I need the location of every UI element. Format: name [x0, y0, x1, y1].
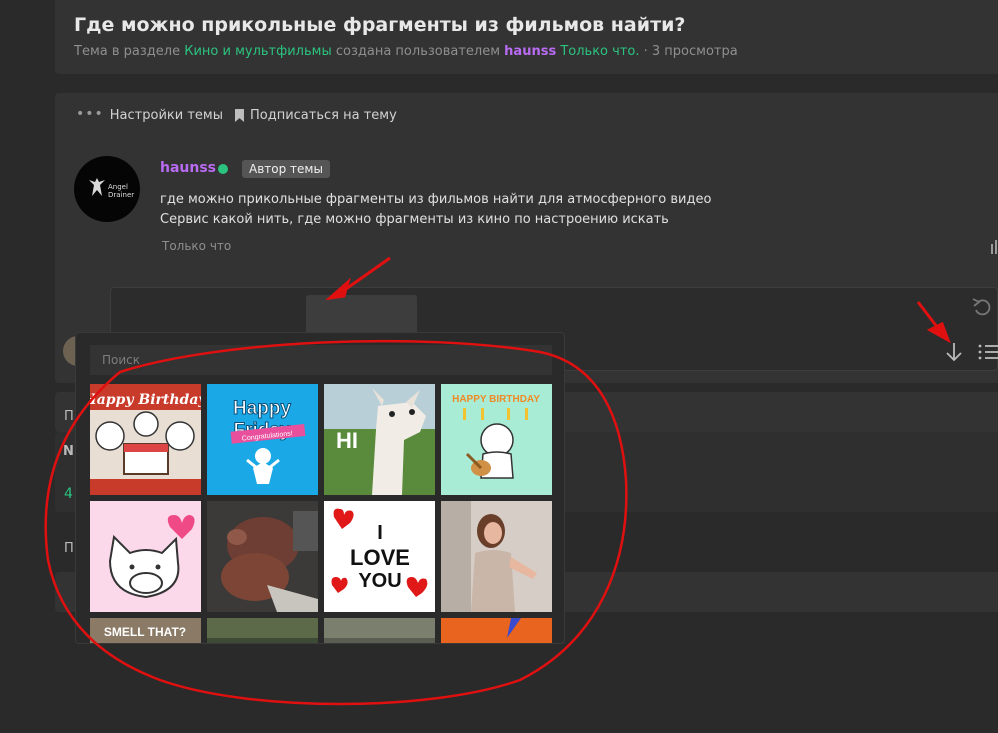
gif-item[interactable] [207, 618, 318, 643]
svg-text:LOVE: LOVE [350, 545, 410, 570]
section-letter-n: N [63, 444, 74, 459]
gif-item[interactable] [441, 618, 552, 643]
post-author[interactable]: haunss [160, 160, 216, 176]
svg-text:Happy: Happy [233, 398, 292, 419]
svg-text:I: I [377, 522, 383, 544]
svg-text:SMELL THAT?: SMELL THAT? [104, 625, 186, 639]
gif-picker-panel: Happy Birthday Happy Friday Congratulati… [75, 332, 565, 644]
gif-item[interactable]: SMELL THAT? [90, 618, 201, 643]
svg-text:HAPPY BIRTHDAY: HAPPY BIRTHDAY [452, 394, 540, 405]
gif-item[interactable]: I LOVE YOU [324, 501, 435, 612]
gif-item[interactable]: Happy Birthday [90, 384, 201, 495]
gif-item[interactable] [207, 501, 318, 612]
author-link[interactable]: haunss [504, 44, 556, 59]
bookmark-icon [234, 109, 244, 122]
gif-item[interactable] [90, 501, 201, 612]
thread-header-card [55, 0, 998, 74]
thread-meta: Тема в разделе Кино и мультфильмы создан… [74, 44, 738, 59]
thread-title: Где можно прикольные фрагменты из фильмо… [74, 14, 686, 36]
undo-icon[interactable] [970, 296, 996, 318]
more-dots-icon[interactable]: ••• [76, 106, 104, 122]
view-count: · 3 просмотра [643, 44, 738, 59]
avatar-label: Angel Drainer [108, 183, 135, 199]
topic-actions: ••• Настройки темы Подписаться на тему [76, 106, 397, 124]
meta-created-by: создана пользователем [335, 44, 501, 59]
meta-prefix: Тема в разделе [74, 44, 181, 59]
angel-figure-icon [89, 178, 105, 196]
svg-text:YOU: YOU [358, 570, 401, 592]
gif-item[interactable]: Happy Friday Congratulations! [207, 384, 318, 495]
svg-text:Happy Birthday: Happy Birthday [90, 392, 201, 408]
gif-item[interactable] [324, 618, 435, 643]
subscribe-link[interactable]: Подписаться на тему [250, 108, 397, 123]
topic-settings-link[interactable]: Настройки темы [110, 108, 223, 123]
post-time: Только что [162, 239, 232, 253]
section-link[interactable]: Кино и мультфильмы [184, 44, 332, 59]
author-avatar[interactable]: Angel Drainer [74, 156, 140, 222]
section-letter-2: П [64, 541, 74, 556]
section-count: 4 [64, 486, 73, 502]
list-icon[interactable] [977, 340, 998, 364]
gif-search-input[interactable] [90, 345, 552, 375]
section-letter-1: П [64, 409, 74, 424]
gif-grid: Happy Birthday Happy Friday Congratulati… [90, 384, 552, 643]
gif-item[interactable]: HI [324, 384, 435, 495]
svg-text:HI: HI [336, 428, 358, 453]
post-line-1: где можно прикольные фрагменты из фильмо… [160, 192, 712, 207]
reaction-bars-icon[interactable] [990, 240, 998, 254]
online-status-icon [218, 164, 228, 174]
gif-item[interactable] [441, 501, 552, 612]
thread-time: Только что. [560, 44, 640, 59]
post-line-2: Сервис какой нить, где можно фрагменты и… [160, 212, 669, 227]
post-body: где можно прикольные фрагменты из фильмо… [160, 190, 711, 230]
author-badge: Автор темы [242, 160, 330, 178]
gif-item[interactable]: HAPPY BIRTHDAY [441, 384, 552, 495]
arrow-down-icon[interactable] [942, 340, 966, 364]
